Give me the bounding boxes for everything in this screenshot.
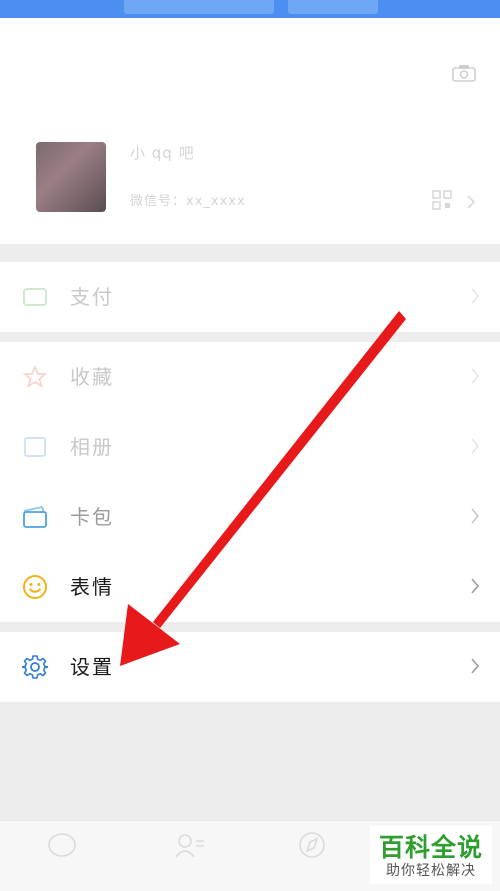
favorites-icon — [22, 364, 48, 388]
chevron-right-icon — [467, 195, 476, 209]
avatar[interactable] — [36, 142, 106, 212]
menu-item-cards[interactable]: 卡包 — [0, 482, 500, 552]
qr-code-icon[interactable] — [432, 190, 452, 210]
profile-header[interactable]: 小 qq 吧 微信号：xx_xxxx — [0, 18, 500, 244]
menu-item-favorites-label: 收藏 — [70, 365, 114, 389]
tab-discover[interactable] — [292, 829, 332, 885]
smiley-icon — [23, 575, 47, 599]
menu-item-settings-label: 设置 — [70, 655, 114, 679]
menu-item-album[interactable]: 相册 — [0, 412, 500, 482]
album-icon — [24, 437, 46, 457]
discover-icon — [299, 832, 325, 858]
chevron-right-icon — [471, 658, 480, 674]
menu-item-pay[interactable]: 支付 — [0, 262, 500, 332]
profile-nickname: 小 qq 吧 — [130, 144, 195, 162]
tab-chats[interactable] — [42, 829, 82, 885]
menu-item-settings[interactable]: 设置 — [0, 632, 500, 702]
status-bar — [0, 0, 500, 18]
chevron-right-icon — [471, 368, 480, 384]
watermark-title: 百科全说 — [378, 833, 483, 862]
menu-item-cards-label: 卡包 — [70, 505, 114, 529]
tab-contacts[interactable] — [168, 829, 208, 885]
wechat-id: 微信号：xx_xxxx — [130, 194, 246, 209]
menu-item-pay-label: 支付 — [70, 285, 114, 309]
watermark-badge: 百科全说 助你轻松解决 — [370, 826, 492, 884]
chevron-right-icon — [471, 288, 480, 304]
card-wallet-icon — [23, 505, 47, 528]
chat-icon — [48, 833, 76, 857]
chevron-right-icon — [471, 438, 480, 454]
chevron-right-icon — [471, 578, 480, 594]
menu-item-stickers-label: 表情 — [70, 575, 114, 599]
contacts-icon — [175, 834, 204, 858]
watermark-subtitle: 助你轻松解决 — [386, 863, 476, 879]
menu-item-album-label: 相册 — [70, 435, 114, 459]
menu-item-stickers[interactable]: 表情 — [0, 552, 500, 622]
camera-icon[interactable] — [452, 64, 476, 82]
menu-item-favorites[interactable]: 收藏 — [0, 342, 500, 412]
pay-icon — [23, 288, 47, 306]
gear-icon — [22, 655, 48, 679]
chevron-right-icon — [471, 508, 480, 524]
